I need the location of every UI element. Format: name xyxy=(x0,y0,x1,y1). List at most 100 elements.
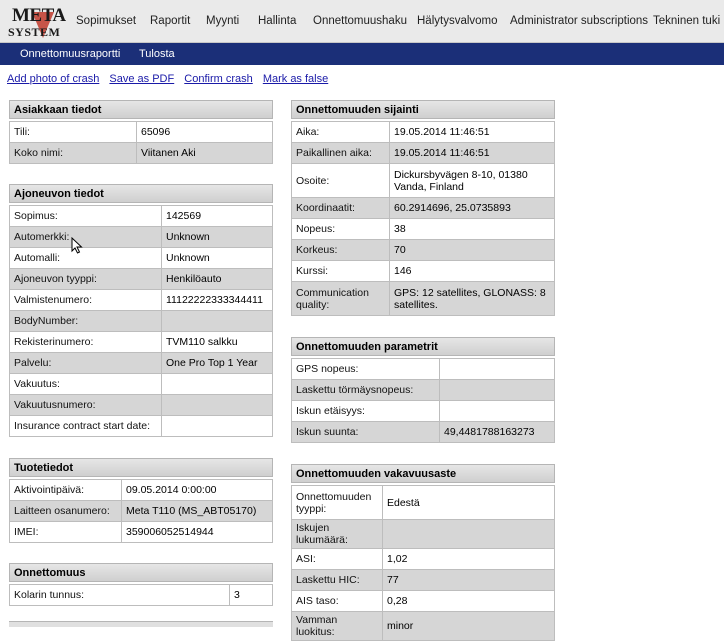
row-label: Vamman luokitus: xyxy=(291,611,383,641)
row-value: minor xyxy=(382,611,555,641)
nav-item-sopimukset[interactable]: Sopimukset xyxy=(76,0,136,42)
row-label: Vakuutus: xyxy=(9,373,162,395)
row-label: Laitteen osanumero: xyxy=(9,500,122,522)
row-value: Edestä xyxy=(382,485,555,520)
row-label: Korkeus: xyxy=(291,239,390,261)
nav-item-onnettomuushaku[interactable]: Onnettomuushaku xyxy=(313,0,407,42)
nav-item-hallinta[interactable]: Hallinta xyxy=(258,0,296,42)
row-value: 49,4481788163273 xyxy=(439,421,555,443)
row-label: Aika: xyxy=(291,121,390,143)
table-row: Insurance contract start date: xyxy=(9,415,273,437)
table-row: Kolarin tunnus: 3 xyxy=(9,584,273,606)
row-label: Valmistenumero: xyxy=(9,289,162,311)
mark-as-false-link[interactable]: Mark as false xyxy=(263,73,328,85)
row-value: Unknown xyxy=(161,247,273,269)
row-label: AIS taso: xyxy=(291,590,383,612)
save-as-pdf-link[interactable]: Save as PDF xyxy=(109,73,174,85)
table-row: Vakuutus: xyxy=(9,373,273,395)
nav-item-raportit[interactable]: Raportit xyxy=(150,0,190,42)
row-value: Unknown xyxy=(161,226,273,248)
row-value: One Pro Top 1 Year xyxy=(161,352,273,374)
row-value: 60.2914696, 25.0735893 xyxy=(389,197,555,219)
table-row: Laitteen osanumero: Meta T110 (MS_ABT0517… xyxy=(9,500,273,522)
nav-item-administrator-subscriptions[interactable]: Administrator subscriptions xyxy=(510,0,648,42)
table-row: Communication quality: GPS: 12 satellites… xyxy=(291,281,555,316)
parameters-table: GPS nopeus: Laskettu törmäysnopeus: Isku… xyxy=(291,358,555,443)
confirm-crash-link[interactable]: Confirm crash xyxy=(184,73,252,85)
add-photo-of-crash-link[interactable]: Add photo of crash xyxy=(7,73,99,85)
row-value: 11122222333344411 xyxy=(161,289,273,311)
row-label: Automerkki: xyxy=(9,226,162,248)
table-row: Onnettomuuden tyyppi: Edestä xyxy=(291,485,555,520)
table-row: Iskun etäisyys: xyxy=(291,400,555,422)
row-value: Meta T110 (MS_ABT05170) xyxy=(121,500,273,522)
subnav-item-onnettomuusraportti[interactable]: Onnettomuusraportti xyxy=(20,43,120,65)
table-row: Korkeus: 70 xyxy=(291,239,555,261)
row-label: Palvelu: xyxy=(9,352,162,374)
next-panel-edge xyxy=(9,621,273,627)
row-label: Onnettomuuden tyyppi: xyxy=(291,485,383,520)
row-value: GPS: 12 satellites, GLONASS: 8 satellite… xyxy=(389,281,555,316)
row-value: 38 xyxy=(389,218,555,240)
row-value xyxy=(439,400,555,422)
row-value: 359006052514944 xyxy=(121,521,273,543)
table-row: Laskettu HIC: 77 xyxy=(291,569,555,591)
action-links: Add photo of crash Save as PDF Confirm c… xyxy=(7,73,335,87)
row-value: Henkilöauto xyxy=(161,268,273,290)
panel-title: Onnettomuuden parametrit xyxy=(291,337,555,356)
table-row: Paikallinen aika: 19.05.2014 11:46:51 xyxy=(291,142,555,164)
panel-title: Onnettomuuden sijainti xyxy=(291,100,555,119)
table-row: Iskujen lukumäärä: xyxy=(291,519,555,549)
severity-table: Onnettomuuden tyyppi: Edestä Iskujen luku… xyxy=(291,485,555,641)
row-label: Rekisterinumero: xyxy=(9,331,162,353)
accident-panel: Onnettomuus Kolarin tunnus: 3 xyxy=(9,563,273,606)
row-value xyxy=(161,373,273,395)
table-row: Koordinaatit: 60.2914696, 25.0735893 xyxy=(291,197,555,219)
nav-item-myynti[interactable]: Myynti xyxy=(206,0,239,42)
panel-title: Ajoneuvon tiedot xyxy=(9,184,273,203)
table-row: Osoite: Dickursbyvägen 8-10, 01380 Vanda,… xyxy=(291,163,555,198)
nav-item-tekninen-tuki[interactable]: Tekninen tuki xyxy=(653,0,720,42)
row-value: 146 xyxy=(389,260,555,282)
table-row: Iskun suunta: 49,4481788163273 xyxy=(291,421,555,443)
table-row: Automerkki: Unknown xyxy=(9,226,273,248)
table-row: Aktivointipäivä: 09.05.2014 0:00:00 xyxy=(9,479,273,501)
table-row: Automalli: Unknown xyxy=(9,247,273,269)
row-label: Tili: xyxy=(9,121,137,143)
row-value: Viitanen Aki xyxy=(136,142,273,164)
table-row: IMEI: 359006052514944 xyxy=(9,521,273,543)
table-row: Aika: 19.05.2014 11:46:51 xyxy=(291,121,555,143)
subnav-item-tulosta[interactable]: Tulosta xyxy=(139,43,175,65)
row-label: Aktivointipäivä: xyxy=(9,479,122,501)
nav-item-halytysvalvomo[interactable]: Hälytysvalvomo xyxy=(417,0,498,42)
row-label: IMEI: xyxy=(9,521,122,543)
row-label: BodyNumber: xyxy=(9,310,162,332)
product-info-table: Aktivointipäivä: 09.05.2014 0:00:00 Laitt… xyxy=(9,479,273,543)
row-value xyxy=(439,358,555,380)
row-label: Kurssi: xyxy=(291,260,390,282)
row-value xyxy=(161,310,273,332)
table-row: Valmistenumero: 11122222333344411 xyxy=(9,289,273,311)
vehicle-info-panel: Ajoneuvon tiedot Sopimus: 142569 Automerk… xyxy=(9,184,273,437)
row-value: 70 xyxy=(389,239,555,261)
row-label: Sopimus: xyxy=(9,205,162,227)
table-row: Laskettu törmäysnopeus: xyxy=(291,379,555,401)
row-value xyxy=(161,394,273,416)
location-table: Aika: 19.05.2014 11:46:51 Paikallinen aik… xyxy=(291,121,555,316)
table-row: Rekisterinumero: TVM110 salkku xyxy=(9,331,273,353)
row-value xyxy=(382,519,555,549)
row-value: Dickursbyvägen 8-10, 01380 Vanda, Finlan… xyxy=(389,163,555,198)
vehicle-info-table: Sopimus: 142569 Automerkki: Unknown Automa… xyxy=(9,205,273,437)
customer-info-table: Tili: 65096 Koko nimi: Viitanen Aki xyxy=(9,121,273,164)
table-row: Koko nimi: Viitanen Aki xyxy=(9,142,273,164)
panel-title: Asiakkaan tiedot xyxy=(9,100,273,119)
table-row: Vamman luokitus: minor xyxy=(291,611,555,641)
panel-title: Tuotetiedot xyxy=(9,458,273,477)
row-label: Vakuutusnumero: xyxy=(9,394,162,416)
table-row: Vakuutusnumero: xyxy=(9,394,273,416)
row-label: Koko nimi: xyxy=(9,142,137,164)
logo-text-meta: META xyxy=(12,5,66,26)
table-row: AIS taso: 0,28 xyxy=(291,590,555,612)
meta-system-logo[interactable]: META SYSTEM xyxy=(6,4,66,40)
table-row: Palvelu: One Pro Top 1 Year xyxy=(9,352,273,374)
